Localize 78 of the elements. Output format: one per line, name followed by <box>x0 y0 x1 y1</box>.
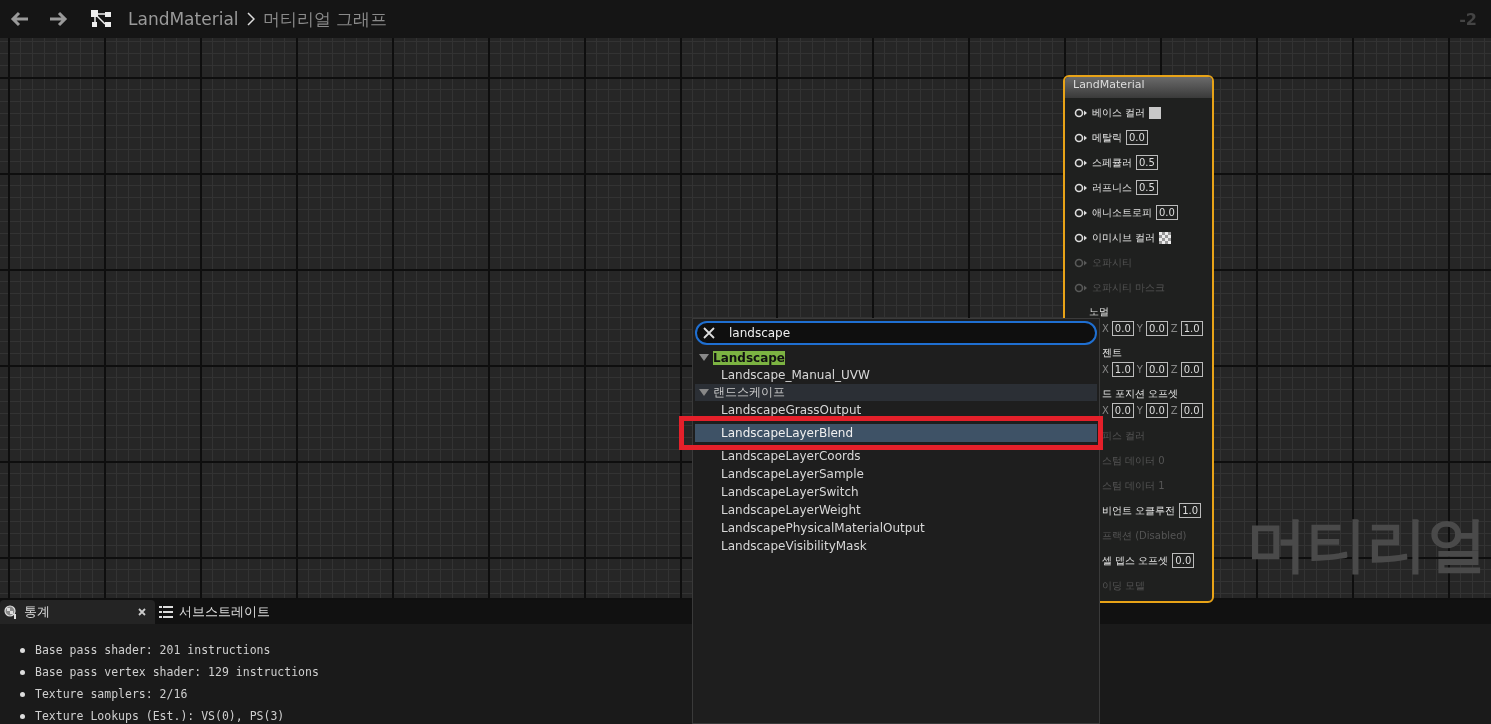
bullet-icon <box>20 647 25 653</box>
stat-line: Texture samplers: 2/16 <box>35 687 188 701</box>
pin-icon[interactable] <box>1074 232 1088 243</box>
list-icon <box>159 605 173 619</box>
pin-label: 비언트 오클루전 <box>1102 503 1176 518</box>
pin-label: 스페큘러 <box>1092 155 1132 170</box>
value-field[interactable]: 0.0 <box>1111 403 1134 418</box>
value-field[interactable]: 0.0 <box>1145 321 1168 336</box>
chevron-icon <box>246 12 255 26</box>
axis-label: Z <box>1170 323 1178 334</box>
axis-label: Z <box>1170 364 1178 375</box>
axis-label: X <box>1102 323 1109 334</box>
value-field[interactable]: 1.0 <box>1111 362 1134 377</box>
bullet-icon <box>20 713 25 719</box>
breadcrumb-item[interactable]: LandMaterial <box>128 9 239 29</box>
expand-triangle-icon[interactable] <box>699 353 709 362</box>
value-field[interactable]: 1.0 <box>1180 321 1203 336</box>
pin-label: 젠트 <box>1102 346 1123 360</box>
list-item[interactable]: LandscapeLayerBlend <box>695 424 1097 442</box>
pin-label: 베이스 컬러 <box>1092 105 1146 120</box>
pin-icon[interactable] <box>1074 157 1088 168</box>
stat-line: Texture Lookups (Est.): VS(0), PS(3) <box>35 709 285 723</box>
category-label[interactable]: 랜드스케이프 <box>713 384 785 401</box>
panel-tab[interactable]: 통계 <box>0 600 155 624</box>
stats-icon <box>4 605 18 619</box>
expand-triangle-icon[interactable] <box>699 388 709 397</box>
list-item[interactable]: Landscape_Manual_UVW <box>695 366 1097 384</box>
list-item[interactable]: LandscapeGrassOutput <box>695 401 1097 419</box>
stat-line: Base pass vertex shader: 129 instructions <box>35 665 319 679</box>
back-arrow-icon[interactable] <box>10 11 30 27</box>
axis-label: Y <box>1136 405 1143 416</box>
list-item[interactable]: LandscapeLayerSwitch <box>695 483 1097 501</box>
value-field[interactable]: 0.0 <box>1145 362 1168 377</box>
pin-label: 메탈릭 <box>1092 130 1122 145</box>
list-item[interactable]: LandscapeLayerSample <box>695 465 1097 483</box>
node-title[interactable]: LandMaterial <box>1065 77 1212 98</box>
value-field[interactable]: 0.0 <box>1111 321 1134 336</box>
graph-type-label: 머티리얼 <box>1247 508 1487 581</box>
color-swatch[interactable] <box>1149 106 1162 119</box>
value-field[interactable]: 0.0 <box>1156 205 1178 220</box>
list-item[interactable]: LandscapePhysicalMaterialOutput <box>695 519 1097 537</box>
pin-icon[interactable] <box>1074 132 1088 143</box>
pin-label: 노멀 <box>1089 305 1110 319</box>
list-item[interactable]: LandscapeVisibilityMask <box>695 537 1097 555</box>
value-field[interactable]: 0.0 <box>1180 403 1203 418</box>
pin-icon[interactable] <box>1074 207 1088 218</box>
breadcrumb-item[interactable]: 머티리얼 그래프 <box>262 7 387 31</box>
value-field[interactable]: 0.0 <box>1172 553 1195 568</box>
pin-label: 드 포지션 오프셋 <box>1102 387 1180 401</box>
pin-label: 애니소트로피 <box>1092 205 1152 220</box>
axis-label: Z <box>1170 405 1178 416</box>
close-icon[interactable] <box>703 327 715 339</box>
stat-line: Base pass shader: 201 instructions <box>35 643 271 657</box>
value-field[interactable]: 0.0 <box>1145 403 1168 418</box>
list-item[interactable]: LandscapeLayerWeight <box>695 501 1097 519</box>
axis-label: X <box>1102 364 1109 375</box>
pin-label: 이미시브 컬러 <box>1092 230 1156 245</box>
forward-arrow-icon[interactable] <box>48 11 68 27</box>
pin-label: 러프니스 <box>1092 180 1132 195</box>
bullet-icon <box>20 669 25 675</box>
graph-icon <box>90 9 112 29</box>
close-icon[interactable] <box>137 607 147 617</box>
value-field[interactable]: 0.0 <box>1126 130 1148 145</box>
category-label[interactable]: Landscape <box>713 350 785 365</box>
axis-label: Y <box>1136 364 1143 375</box>
value-field[interactable]: 1.0 <box>1179 503 1202 518</box>
value-field[interactable]: 0.0 <box>1180 362 1203 377</box>
bullet-icon <box>20 691 25 697</box>
checker-swatch[interactable] <box>1159 231 1172 244</box>
search-field[interactable]: landscape <box>695 321 1097 345</box>
value-field[interactable]: 0.5 <box>1136 155 1158 170</box>
pin-icon[interactable] <box>1074 182 1088 193</box>
axis-label: Y <box>1136 323 1143 334</box>
pin-label: 셀 뎁스 오프셋 <box>1102 553 1169 568</box>
pin-icon[interactable] <box>1074 107 1088 118</box>
value-field[interactable]: 0.5 <box>1136 180 1158 195</box>
list-item[interactable]: LandscapeLayerCoords <box>695 447 1097 465</box>
axis-label: X <box>1102 405 1109 416</box>
